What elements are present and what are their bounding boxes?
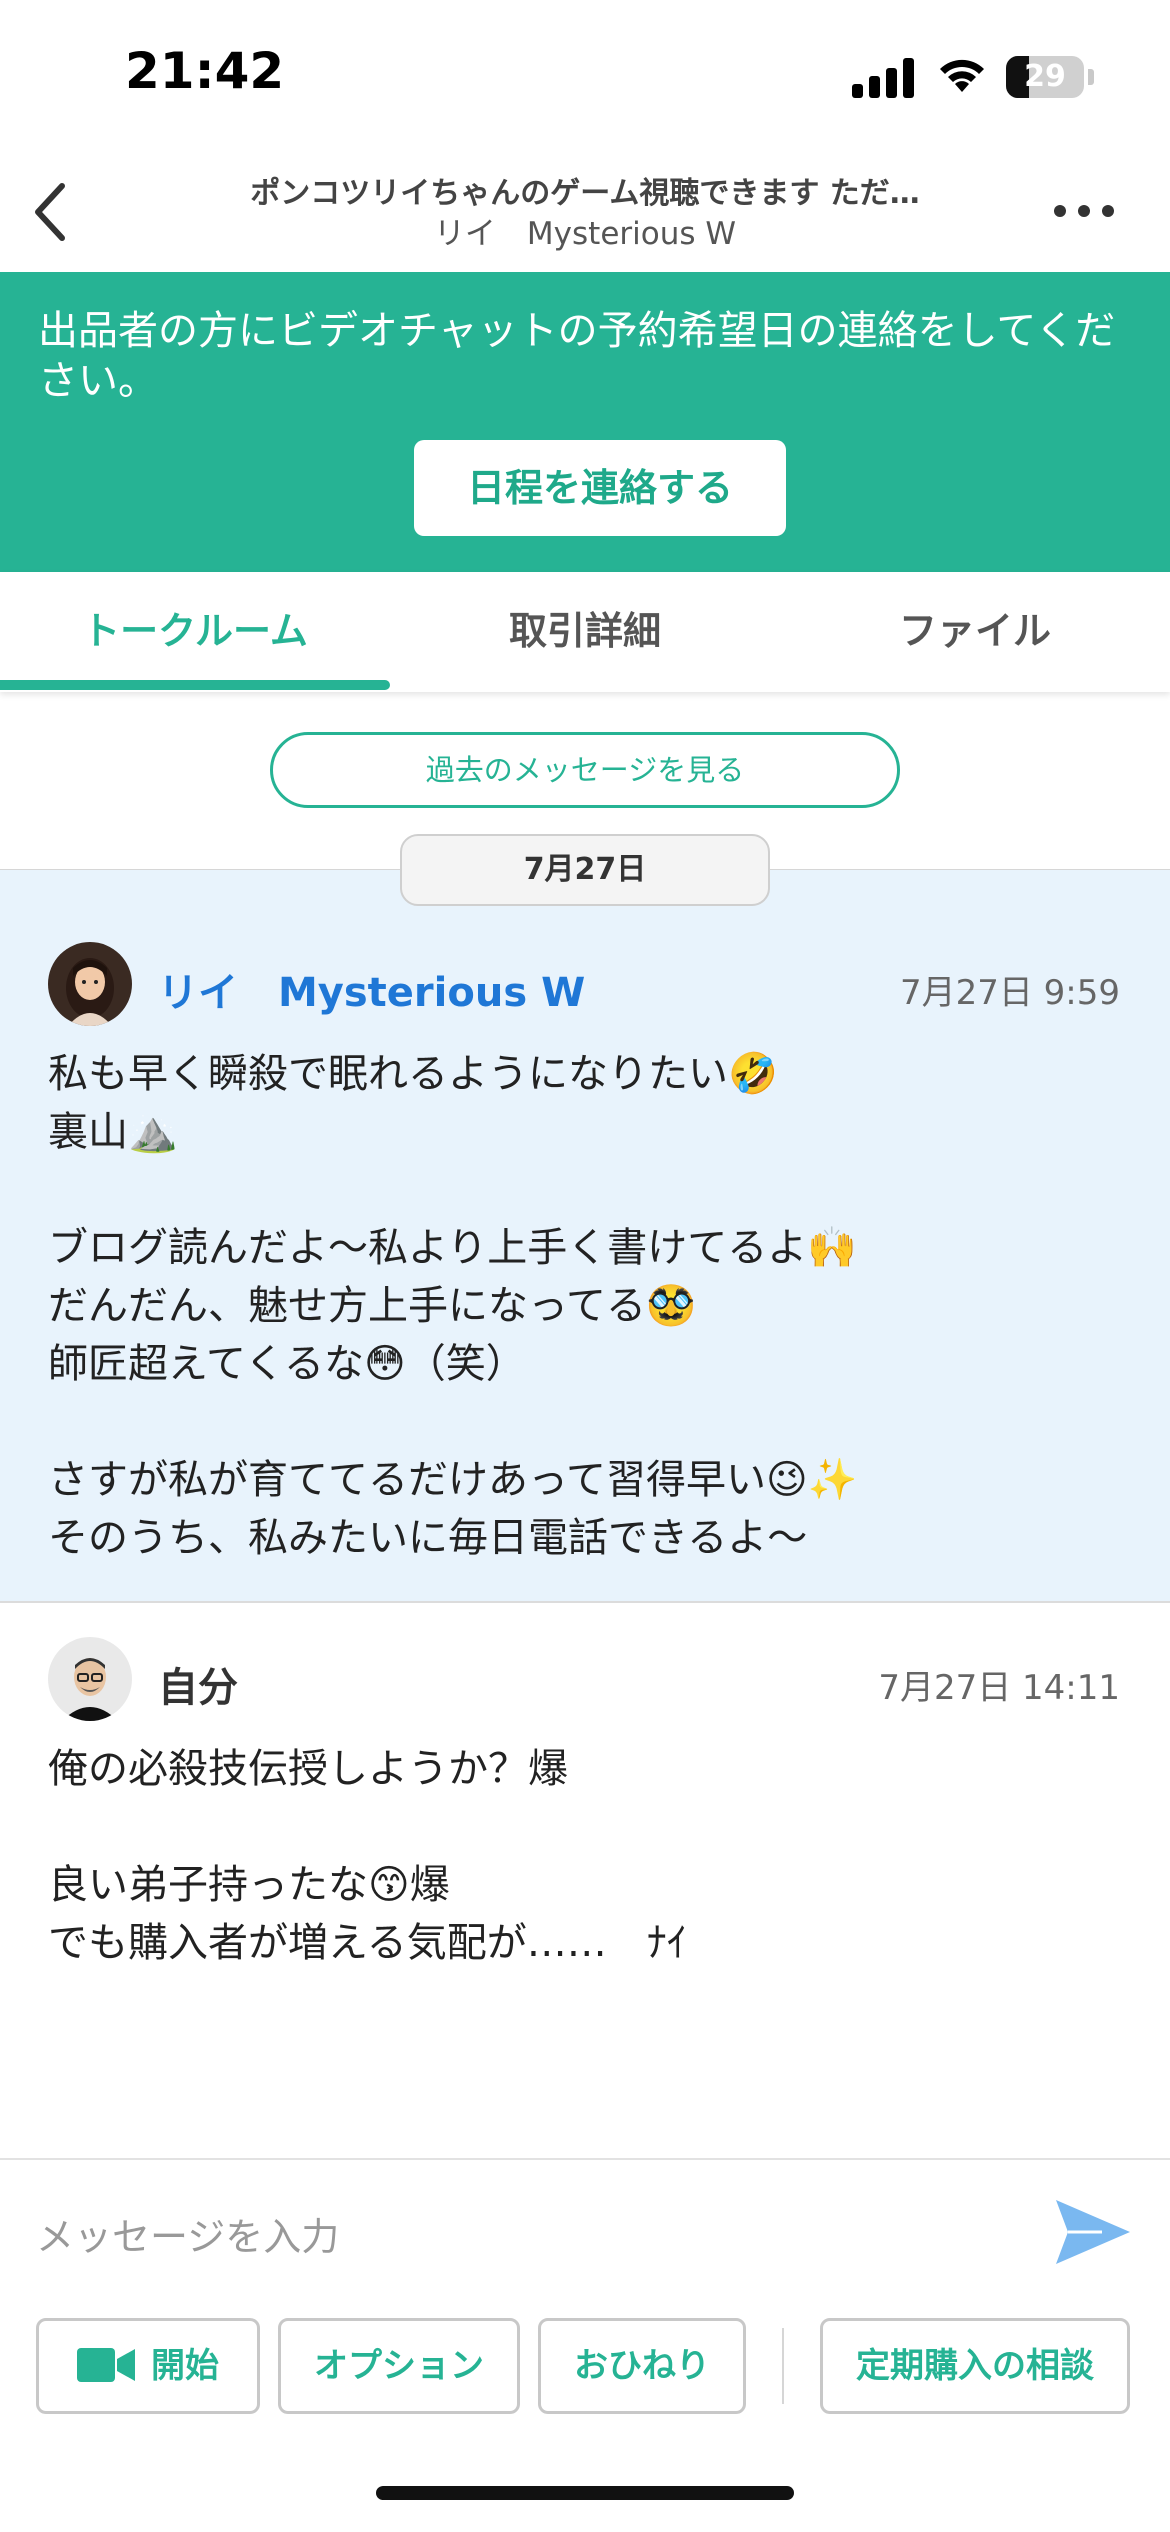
message-item: リイ Mysterious W 7月27日 9:59 私も早く瞬殺で眠れるように…: [0, 870, 1170, 1603]
message-composer: 開始 オプション おひねり 定期購入の相談: [0, 2158, 1170, 2532]
message-item: 自分 7月27日 14:11 俺の必殺技伝授しようか？爆 良い弟子持ったな😙爆 …: [0, 1605, 1170, 2155]
notice-text: 出品者の方にビデオチャットの予約希望日の連絡をしてください。: [38, 308, 1116, 404]
page-subtitle: リイ Mysterious W: [433, 216, 737, 252]
back-chevron-icon[interactable]: [22, 172, 82, 252]
message-timestamp: 7月27日 14:11: [878, 1668, 1120, 1708]
video-camera-icon: [77, 2347, 135, 2382]
sender-name: 自分: [158, 1665, 238, 1711]
message-input[interactable]: [36, 2202, 996, 2272]
status-time: 21:42: [125, 42, 285, 100]
battery-tip: [1088, 69, 1094, 85]
date-separator: 7月27日: [400, 834, 770, 906]
active-tab-indicator: [0, 680, 390, 690]
start-video-button[interactable]: 開始: [36, 2318, 260, 2414]
status-bar: 21:42 29: [0, 0, 1170, 150]
battery-icon: 29: [1006, 56, 1084, 98]
page-title: ポンコツリイちゃんのゲーム視聴できます ただ…: [250, 176, 920, 211]
schedule-contact-button[interactable]: 日程を連絡する: [414, 440, 786, 536]
tab-transaction-details[interactable]: 取引詳細: [390, 572, 780, 692]
tab-files[interactable]: ファイル: [780, 572, 1170, 692]
sender-name: リイ Mysterious W: [158, 970, 586, 1016]
battery-level: 29: [1024, 59, 1066, 94]
option-button[interactable]: オプション: [278, 2318, 520, 2414]
avatar[interactable]: [48, 1637, 132, 1721]
subscription-consult-button[interactable]: 定期購入の相談: [820, 2318, 1130, 2414]
wifi-icon: [940, 59, 984, 92]
avatar[interactable]: [48, 942, 132, 1026]
action-divider: [782, 2328, 784, 2404]
start-label: 開始: [151, 2346, 219, 2386]
tab-talkroom[interactable]: トークルーム: [0, 572, 390, 692]
view-past-messages-button[interactable]: 過去のメッセージを見る: [270, 732, 900, 808]
message-body: 俺の必殺技伝授しようか？爆 良い弟子持ったな😙爆 でも購入者が増える気配が…… …: [48, 1746, 687, 1966]
home-indicator: [376, 2486, 794, 2500]
nav-header: ポンコツリイちゃんのゲーム視聴できます ただ… リイ Mysterious W: [0, 150, 1170, 272]
tab-bar: トークルーム 取引詳細 ファイル: [0, 572, 1170, 692]
notice-banner: 出品者の方にビデオチャットの予約希望日の連絡をしてください。 日程を連絡する: [0, 272, 1170, 572]
message-timestamp: 7月27日 9:59: [899, 973, 1120, 1013]
tip-button[interactable]: おひねり: [538, 2318, 746, 2414]
message-body: 私も早く瞬殺で眠れるようになりたい🤣 裏山⛰️ ブログ読んだよ〜私より上手く書け…: [48, 1051, 858, 1561]
cellular-signal-icon: [852, 58, 916, 98]
more-options-icon[interactable]: [1054, 196, 1114, 226]
send-icon[interactable]: [1050, 2190, 1134, 2274]
